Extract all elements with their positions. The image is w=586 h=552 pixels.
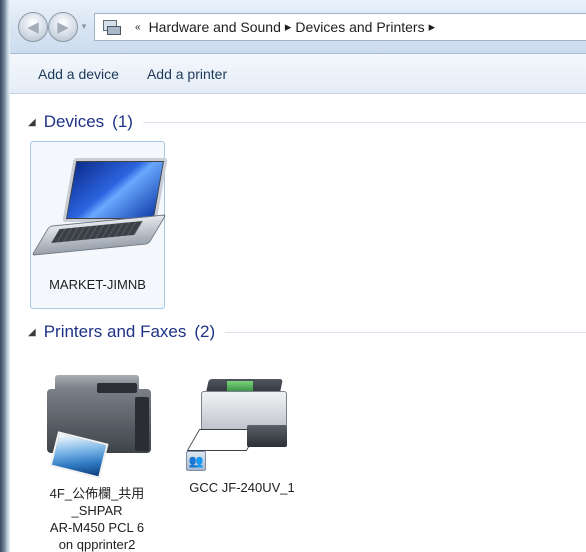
group-count: (2): [194, 322, 216, 341]
printer-tile-gcc[interactable]: 👥 GCC JF-240UV_1: [176, 357, 308, 507]
laptop-icon: [30, 158, 168, 268]
shared-users-icon: 👥: [186, 451, 206, 471]
group-header-printers-and-faxes[interactable]: ◢ Printers and Faxes (2): [28, 321, 586, 343]
explorer-window: ◀ ▶ ▼ « Hardware and Sound ▸ Devices and…: [10, 0, 586, 552]
add-device-button[interactable]: Add a device: [38, 66, 119, 82]
printer-icon: [186, 369, 297, 459]
forward-arrow-icon[interactable]: ▶: [48, 12, 78, 42]
printer-label-line: AR-M450 PCL 6: [49, 520, 145, 535]
chevron-right-icon[interactable]: ▸: [429, 19, 436, 35]
group-divider: [142, 121, 586, 123]
device-label: MARKET-JIMNB: [49, 277, 146, 292]
group-count: (1): [112, 112, 133, 131]
breadcrumb-devices-and-printers[interactable]: Devices and Printers: [295, 19, 424, 35]
printer-tile-shpar[interactable]: 4F_公佈欄_共用 _SHPAR AR-M450 PCL 6 on qpprin…: [32, 361, 162, 552]
back-arrow-icon[interactable]: ◀: [18, 12, 48, 42]
device-tile-market-jimnb[interactable]: MARKET-JIMNB: [30, 141, 168, 309]
collapse-triangle-icon[interactable]: ◢: [28, 327, 36, 338]
control-panel-icon: [101, 17, 123, 37]
address-bar: ◀ ▶ ▼ « Hardware and Sound ▸ Devices and…: [10, 0, 586, 54]
group-title: Devices: [43, 112, 105, 131]
breadcrumb-hardware-and-sound[interactable]: Hardware and Sound: [149, 19, 281, 35]
device-list: ◢ Devices (1) MARKET-JIMNB ◢ Printers an…: [10, 95, 586, 552]
breadcrumb-overflow[interactable]: «: [135, 22, 141, 33]
printer-label-line: _SHPAR: [71, 503, 123, 518]
recent-pages-dropdown-icon[interactable]: ▼: [80, 22, 90, 32]
printer-label: GCC JF-240UV_1: [189, 480, 295, 495]
multifunction-printer-icon: [37, 361, 157, 481]
group-title: Printers and Faxes: [43, 322, 187, 341]
printer-label-line: on qpprinter2: [58, 537, 136, 552]
printer-label-line: 4F_公佈欄_共用: [49, 486, 145, 501]
add-printer-button[interactable]: Add a printer: [147, 66, 227, 82]
group-divider: [225, 331, 586, 333]
group-header-devices[interactable]: ◢ Devices (1): [28, 111, 586, 133]
window-left-edge: [0, 0, 10, 552]
breadcrumb[interactable]: « Hardware and Sound ▸ Devices and Print…: [94, 13, 586, 41]
chevron-right-icon[interactable]: ▸: [285, 19, 292, 35]
command-bar: Add a device Add a printer: [10, 54, 586, 94]
collapse-triangle-icon[interactable]: ◢: [28, 117, 36, 128]
